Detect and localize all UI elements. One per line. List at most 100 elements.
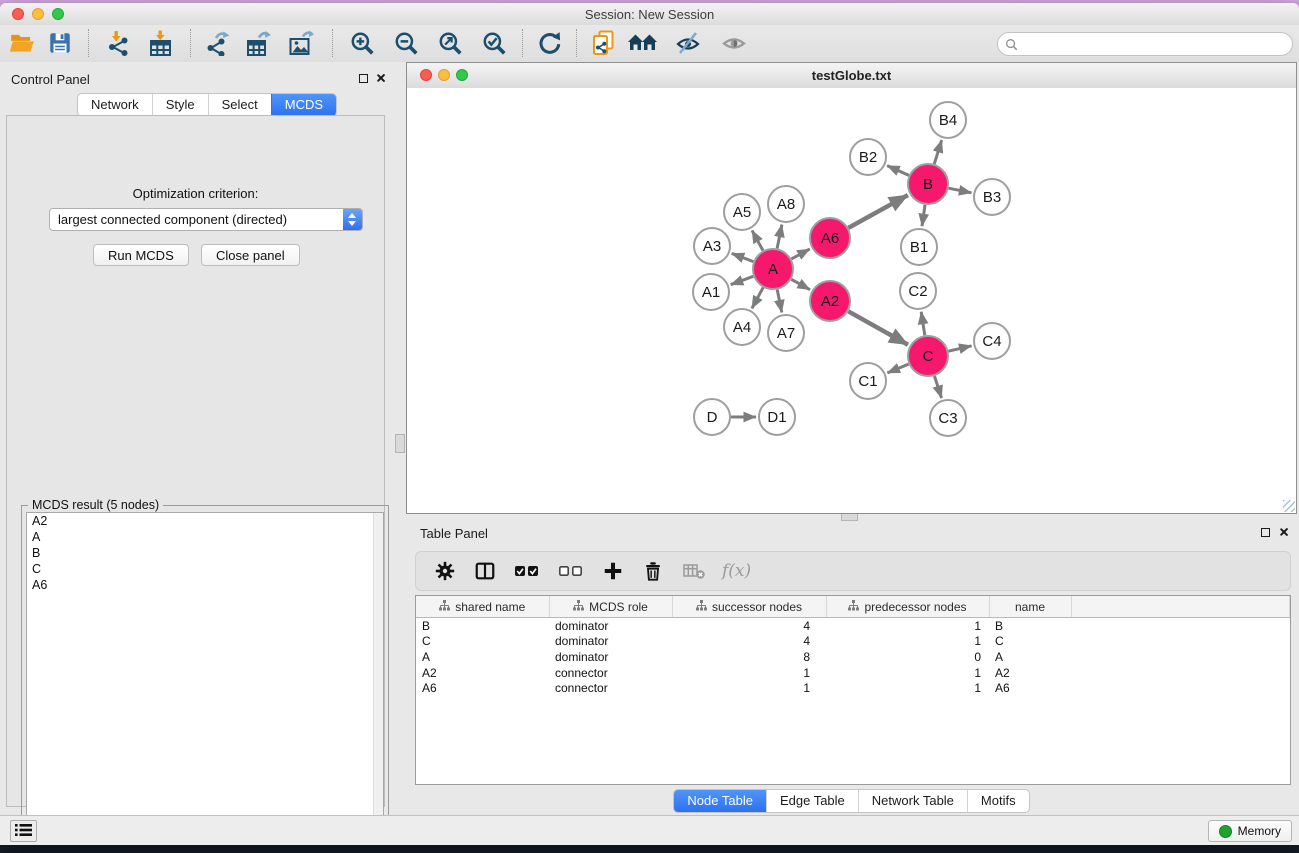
export-network-button[interactable]: [203, 29, 231, 57]
table-cell[interactable]: B: [989, 618, 1071, 634]
memory-button[interactable]: Memory: [1208, 820, 1292, 842]
table-cell[interactable]: A: [416, 649, 549, 665]
edge-B-B1[interactable]: [922, 205, 925, 226]
edge-C-C4[interactable]: [948, 346, 971, 351]
table-row[interactable]: A6connector11A6: [416, 680, 1290, 696]
table-cell[interactable]: C: [416, 634, 549, 650]
table-cell[interactable]: dominator: [549, 618, 672, 634]
graphics-details-button[interactable]: [674, 29, 702, 57]
edge-C-C1[interactable]: [887, 364, 908, 373]
mcds-result-item[interactable]: C: [27, 561, 383, 577]
table-row[interactable]: A2connector11A2: [416, 665, 1290, 681]
table-row[interactable]: Cdominator41C: [416, 634, 1290, 650]
node-B3[interactable]: B3: [974, 179, 1010, 215]
zoom-in-button[interactable]: [348, 29, 376, 57]
close-panel-button[interactable]: Close panel: [201, 244, 300, 266]
mcds-result-item[interactable]: B: [27, 545, 383, 561]
table-cell[interactable]: 1: [826, 634, 989, 650]
clone-network-button[interactable]: [590, 29, 618, 57]
table-row[interactable]: Adominator80A: [416, 649, 1290, 665]
node-C2[interactable]: C2: [900, 273, 936, 309]
edge-A2-C[interactable]: [848, 311, 908, 344]
edge-B-B3[interactable]: [949, 188, 972, 193]
mcds-result-item[interactable]: A: [27, 529, 383, 545]
tab-style[interactable]: Style: [152, 94, 208, 116]
edge-C-C2[interactable]: [921, 312, 925, 335]
table-cell[interactable]: [1071, 665, 1290, 681]
table-cell[interactable]: 1: [672, 680, 826, 696]
edge-A6-B[interactable]: [848, 195, 907, 228]
open-session-button[interactable]: [8, 29, 36, 57]
show-columns-button[interactable]: [474, 559, 496, 583]
node-A2[interactable]: A2: [810, 281, 850, 321]
refresh-button[interactable]: [535, 29, 563, 57]
edge-A-A2[interactable]: [791, 279, 810, 289]
node-A8[interactable]: A8: [768, 186, 804, 222]
hide-details-button[interactable]: [720, 29, 748, 57]
create-column-button[interactable]: [602, 559, 624, 583]
tab-motifs[interactable]: Motifs: [967, 790, 1029, 812]
export-table-button[interactable]: [244, 29, 272, 57]
function-builder-button[interactable]: f(x): [722, 561, 751, 581]
import-network-button[interactable]: [103, 29, 131, 57]
table-cell[interactable]: connector: [549, 665, 672, 681]
tab-network-table[interactable]: Network Table: [858, 790, 967, 812]
table-cell[interactable]: 1: [826, 680, 989, 696]
table-cell[interactable]: B: [416, 618, 549, 634]
node-C3[interactable]: C3: [930, 400, 966, 436]
table-cell[interactable]: 1: [826, 665, 989, 681]
table-cell[interactable]: A6: [989, 680, 1071, 696]
mcds-result-item[interactable]: A2: [27, 513, 383, 529]
edge-A-A6[interactable]: [791, 249, 809, 259]
node-A4[interactable]: A4: [724, 309, 760, 345]
tab-node-table[interactable]: Node Table: [674, 790, 766, 812]
edge-A-A1[interactable]: [731, 276, 754, 284]
table-cell[interactable]: 0: [826, 649, 989, 665]
edge-B-B2[interactable]: [887, 166, 909, 176]
import-table-button[interactable]: [146, 29, 174, 57]
node-D1[interactable]: D1: [759, 399, 795, 435]
delete-table-button[interactable]: [682, 559, 706, 583]
vertical-split-handle[interactable]: [395, 434, 405, 453]
tab-select[interactable]: Select: [208, 94, 271, 116]
table-panel-close-icon[interactable]: [1279, 527, 1289, 537]
table-cell[interactable]: [1071, 649, 1290, 665]
network-canvas[interactable]: B4B2BB3A8A5A6A3B1AC2A1A2A4A7C4CC1C3DD1: [407, 88, 1296, 513]
export-image-button[interactable]: [287, 29, 315, 57]
column-header-predecessor-nodes[interactable]: predecessor nodes: [826, 596, 989, 618]
mcds-result-item[interactable]: A6: [27, 577, 383, 593]
node-A1[interactable]: A1: [693, 274, 729, 310]
node-C[interactable]: C: [908, 336, 948, 376]
table-cell[interactable]: A6: [416, 680, 549, 696]
column-header-shared-name[interactable]: shared name: [416, 596, 549, 618]
table-row[interactable]: Bdominator41B: [416, 618, 1290, 634]
node-B1[interactable]: B1: [901, 229, 937, 265]
edge-A-A3[interactable]: [732, 253, 754, 261]
node-C4[interactable]: C4: [974, 323, 1010, 359]
table-cell[interactable]: 1: [672, 665, 826, 681]
table-cell[interactable]: A2: [416, 665, 549, 681]
table-cell[interactable]: A: [989, 649, 1071, 665]
unselect-all-columns-button[interactable]: [558, 559, 584, 583]
edge-A-A4[interactable]: [752, 288, 763, 309]
node-A[interactable]: A: [753, 249, 793, 289]
save-session-button[interactable]: [46, 29, 74, 57]
column-header-successor-nodes[interactable]: successor nodes: [672, 596, 826, 618]
run-mcds-button[interactable]: Run MCDS: [93, 244, 189, 266]
edge-A-A7[interactable]: [777, 290, 782, 313]
criterion-dropdown[interactable]: largest connected component (directed): [49, 208, 363, 231]
tab-mcds[interactable]: MCDS: [271, 94, 336, 116]
node-B[interactable]: B: [908, 164, 948, 204]
node-A3[interactable]: A3: [694, 228, 730, 264]
panel-list-button[interactable]: [10, 820, 37, 842]
select-all-columns-button[interactable]: [514, 559, 540, 583]
delete-columns-button[interactable]: [642, 559, 664, 583]
table-cell[interactable]: [1071, 618, 1290, 634]
node-D[interactable]: D: [694, 399, 730, 435]
node-A7[interactable]: A7: [768, 315, 804, 351]
tab-edge-table[interactable]: Edge Table: [766, 790, 858, 812]
table-cell[interactable]: dominator: [549, 649, 672, 665]
table-cell[interactable]: 4: [672, 618, 826, 634]
edge-B-B4[interactable]: [934, 140, 941, 164]
table-panel-float-icon[interactable]: [1261, 528, 1270, 537]
